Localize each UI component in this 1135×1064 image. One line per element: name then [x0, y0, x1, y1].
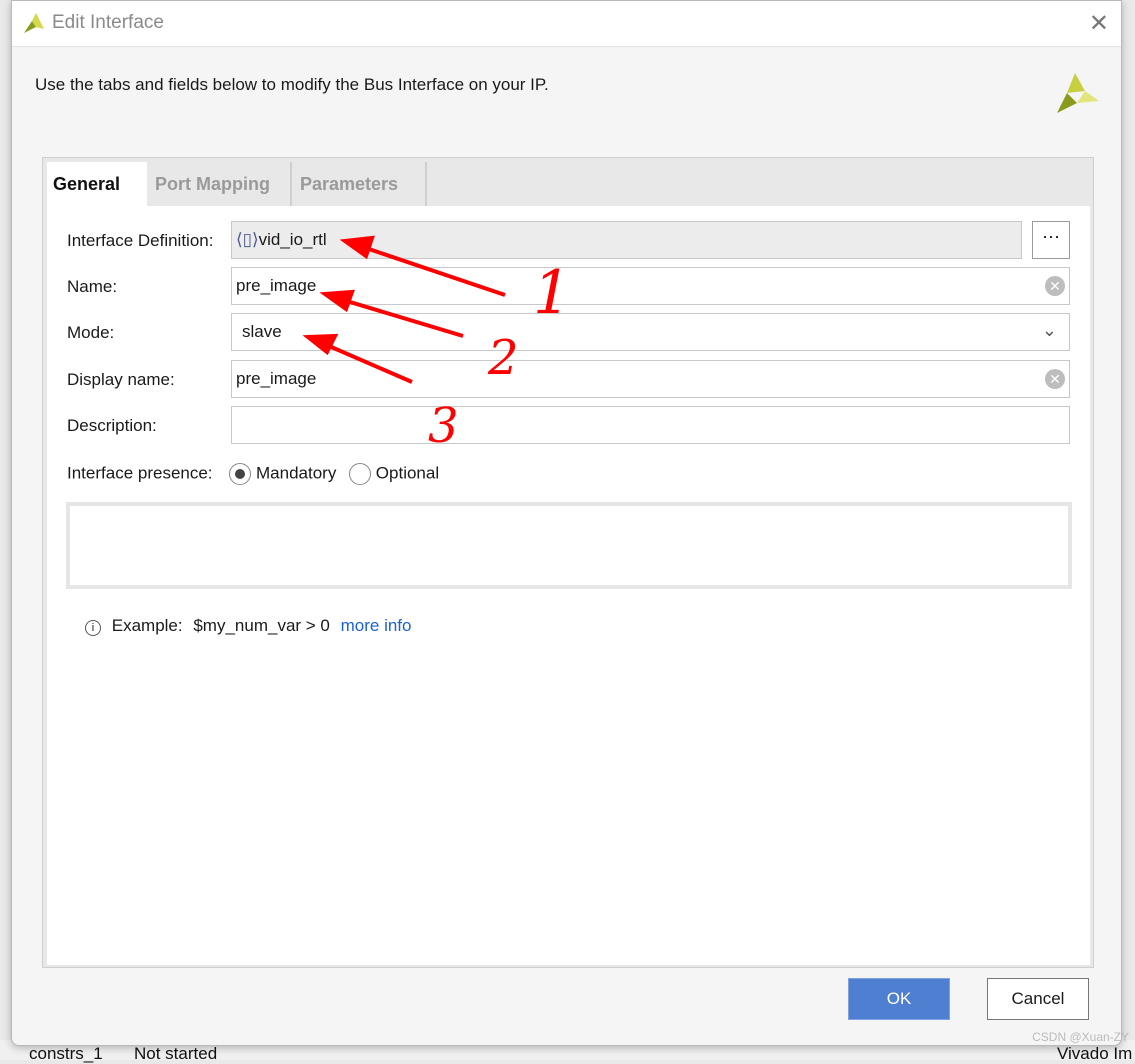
annotation-number-2: 2 [488, 330, 519, 386]
annotation-arrow [321, 341, 413, 384]
arrowhead-icon [302, 333, 339, 356]
arrowhead-icon [319, 289, 355, 313]
annotation-arrow [339, 297, 464, 338]
annotation-number-3: 3 [428, 398, 459, 454]
annotation-number-1: 1 [533, 258, 572, 328]
annotation-arrows [302, 235, 506, 384]
annotation-arrow [359, 244, 506, 297]
arrowhead-icon [339, 235, 375, 260]
watermark: CSDN @Xuan-ZY [1032, 1030, 1129, 1044]
